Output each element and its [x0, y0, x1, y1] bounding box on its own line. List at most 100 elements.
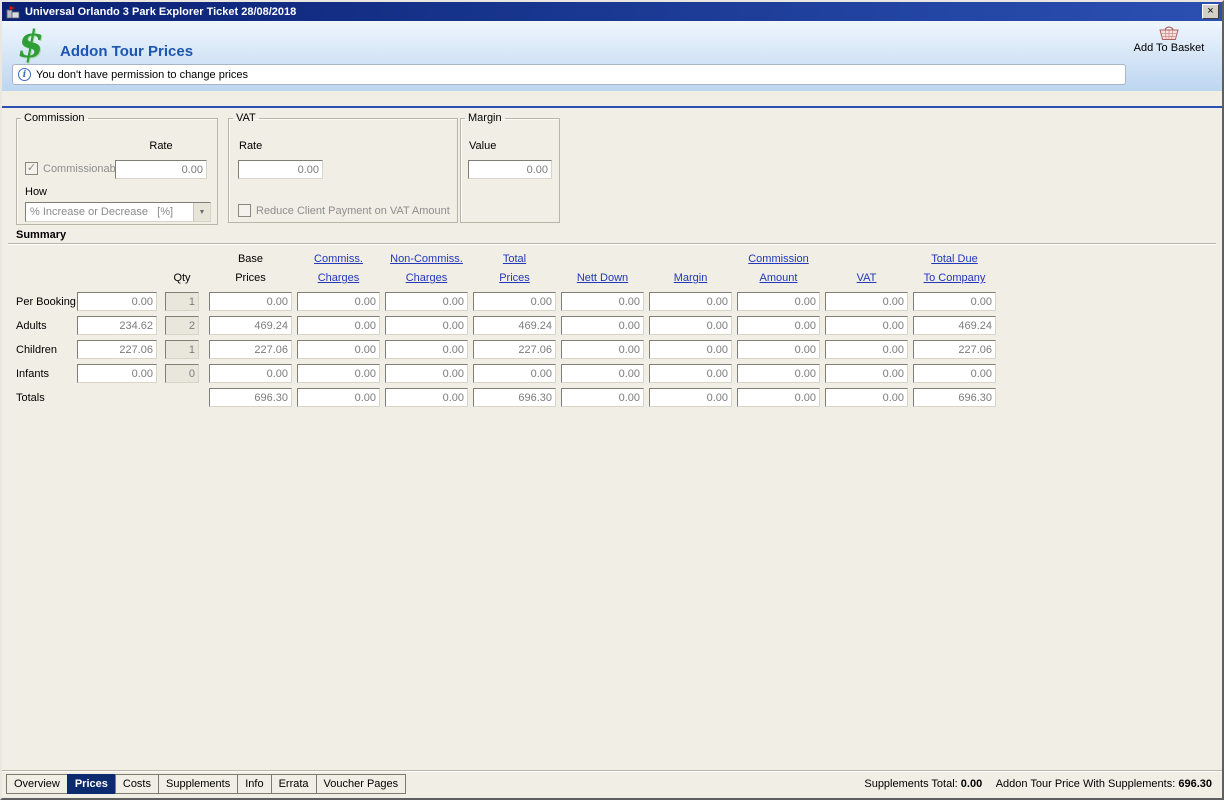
summary-row-per-booking: Per Booking [16, 292, 996, 311]
column-header-prices[interactable]: Total Prices [473, 250, 556, 288]
reduce-vat-checkbox[interactable] [238, 204, 251, 217]
title-bar: Universal Orlando 3 Park Explorer Ticket… [2, 2, 1222, 21]
summary-cell-input[interactable] [825, 292, 908, 311]
price-input[interactable] [77, 364, 157, 383]
column-header-charges[interactable]: Commiss. Charges [297, 250, 380, 288]
page-header: $ Addon Tour Prices Add To Basket i You … [2, 21, 1222, 91]
summary-cell-input[interactable] [649, 388, 732, 407]
summary-cell-input[interactable] [473, 340, 556, 359]
column-header-vat[interactable]: VAT [825, 250, 908, 288]
row-label: Infants [16, 367, 50, 380]
summary-cell-input[interactable] [209, 316, 292, 335]
margin-value-input[interactable] [468, 160, 552, 179]
commissionable-checkbox-row: ✓ Commissionable [25, 162, 124, 175]
qty-input[interactable] [165, 340, 199, 359]
summary-cell-input[interactable] [297, 364, 380, 383]
summary-cell-input[interactable] [473, 388, 556, 407]
margin-value-label: Value [469, 140, 497, 152]
summary-row-children: Children [16, 340, 996, 359]
column-header-margin[interactable]: Margin [649, 250, 732, 288]
summary-cell-input[interactable] [209, 364, 292, 383]
commissionable-checkbox[interactable]: ✓ [25, 162, 38, 175]
summary-cell-input[interactable] [561, 364, 644, 383]
tab-supplements[interactable]: Supplements [158, 774, 239, 794]
vat-group: VAT Rate Reduce Client Payment on VAT Am… [228, 112, 458, 223]
summary-cell-input[interactable] [209, 292, 292, 311]
vat-rate-input[interactable] [238, 160, 323, 179]
basket-icon [1159, 26, 1179, 40]
summary-cell-input[interactable] [297, 388, 380, 407]
summary-cell-input[interactable] [385, 388, 468, 407]
summary-cell-input[interactable] [297, 292, 380, 311]
price-input[interactable] [77, 340, 157, 359]
summary-cell-input[interactable] [825, 316, 908, 335]
supplements-total-label: Supplements Total: [864, 778, 958, 790]
column-header-to-company[interactable]: Total Due To Company [913, 250, 996, 288]
summary-cell-input[interactable] [913, 316, 996, 335]
reduce-vat-checkbox-row: Reduce Client Payment on VAT Amount [238, 204, 450, 217]
summary-cell-input[interactable] [385, 292, 468, 311]
column-header-charges[interactable]: Non-Commiss. Charges [385, 250, 468, 288]
summary-cell-input[interactable] [825, 340, 908, 359]
summary-cell-input[interactable] [297, 316, 380, 335]
column-header-nett-down[interactable]: Nett Down [561, 250, 644, 288]
qty-input[interactable] [165, 364, 199, 383]
qty-input[interactable] [165, 316, 199, 335]
commission-how-select[interactable]: % Increase or Decrease [%] ▼ [25, 202, 211, 222]
with-supplements-label: Addon Tour Price With Supplements: [995, 778, 1176, 790]
tab-costs[interactable]: Costs [114, 774, 159, 794]
permission-notice: i You don't have permission to change pr… [12, 64, 1126, 85]
margin-group-label: Margin [468, 112, 502, 124]
commission-rate-input[interactable] [115, 160, 207, 179]
summary-cell-input[interactable] [913, 364, 996, 383]
summary-cell-input[interactable] [473, 292, 556, 311]
summary-cell-input[interactable] [561, 316, 644, 335]
summary-cell-input[interactable] [561, 292, 644, 311]
tab-strip: Overview Prices Costs Supplements Info Errata… [6, 774, 407, 794]
column-header-amount[interactable]: Commission Amount [737, 250, 820, 288]
reduce-vat-label: Reduce Client Payment on VAT Amount [256, 204, 450, 217]
chevron-down-icon[interactable]: ▼ [193, 203, 210, 221]
summary-cell-input[interactable] [385, 364, 468, 383]
tab-prices[interactable]: Prices [66, 774, 116, 794]
column-header-qty: Qty [173, 272, 191, 284]
summary-cell-input[interactable] [649, 364, 732, 383]
price-input[interactable] [77, 316, 157, 335]
tab-info[interactable]: Info [237, 774, 272, 794]
tab-voucher-pages[interactable]: Voucher Pages [315, 774, 407, 794]
row-label: Per Booking [16, 295, 76, 308]
summary-cell-input[interactable] [825, 388, 908, 407]
tab-overview[interactable]: Overview [6, 774, 68, 794]
row-label: Adults [16, 319, 47, 332]
summary-cell-input[interactable] [737, 316, 820, 335]
close-button[interactable]: × [1202, 4, 1219, 19]
app-window: Universal Orlando 3 Park Explorer Ticket… [0, 0, 1224, 800]
summary-cell-input[interactable] [649, 316, 732, 335]
supplements-total-value: 0.00 [960, 778, 983, 790]
summary-cell-input[interactable] [209, 388, 292, 407]
summary-cell-input[interactable] [649, 340, 732, 359]
summary-cell-input[interactable] [385, 340, 468, 359]
summary-cell-input[interactable] [825, 364, 908, 383]
summary-cell-input[interactable] [561, 340, 644, 359]
qty-input[interactable] [165, 292, 199, 311]
summary-cell-input[interactable] [913, 340, 996, 359]
summary-cell-input[interactable] [737, 364, 820, 383]
summary-cell-input[interactable] [737, 388, 820, 407]
summary-cell-input[interactable] [385, 316, 468, 335]
price-input[interactable] [77, 292, 157, 311]
summary-cell-input[interactable] [737, 292, 820, 311]
summary-cell-input[interactable] [297, 340, 380, 359]
add-to-basket-button[interactable]: Add To Basket [1126, 24, 1212, 54]
summary-cell-input[interactable] [649, 292, 732, 311]
tab-errata[interactable]: Errata [270, 774, 317, 794]
summary-cell-input[interactable] [561, 388, 644, 407]
summary-cell-input[interactable] [913, 388, 996, 407]
summary-cell-input[interactable] [473, 364, 556, 383]
summary-cell-input[interactable] [209, 340, 292, 359]
summary-cell-input[interactable] [473, 316, 556, 335]
summary-table: Per Booking Adults Children Infants Totals [16, 292, 996, 412]
summary-cell-input[interactable] [913, 292, 996, 311]
summary-cell-input[interactable] [737, 340, 820, 359]
